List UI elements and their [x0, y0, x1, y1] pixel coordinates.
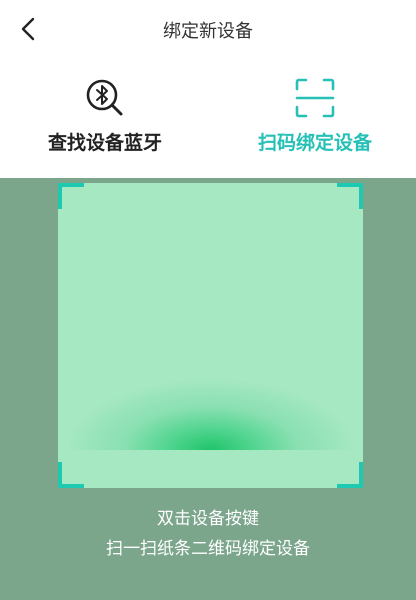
tab-label-bluetooth: 查找设备蓝牙	[47, 132, 162, 154]
scan-hint-line1: 双击设备按键	[157, 509, 259, 529]
corner-top-right	[337, 183, 363, 209]
tab-bluetooth-search[interactable]: 查找设备蓝牙	[20, 76, 190, 166]
tab-scan-bind[interactable]: 扫码绑定设备	[230, 76, 400, 166]
scan-viewfinder	[58, 183, 363, 488]
bind-method-tabs: 查找设备蓝牙 扫码绑定设备	[0, 62, 416, 178]
scan-frame-icon	[295, 78, 335, 118]
scan-hint-line2: 扫一扫纸条二维码绑定设备	[106, 539, 310, 559]
page-title: 绑定新设备	[163, 21, 253, 42]
scan-line	[70, 378, 351, 450]
corner-top-left	[58, 183, 84, 209]
header-bar: 绑定新设备	[0, 0, 416, 62]
scanner-overlay: 双击设备按键 扫一扫纸条二维码绑定设备	[0, 178, 416, 600]
bind-device-page: 绑定新设备 查找设备蓝牙 扫码绑定设备 双击设备按键 扫一扫纸条二维码绑定设备	[0, 0, 416, 600]
corner-bottom-right	[337, 462, 363, 488]
corner-bottom-left	[58, 462, 84, 488]
bluetooth-search-icon	[86, 79, 123, 116]
tab-label-scan: 扫码绑定设备	[257, 132, 372, 154]
